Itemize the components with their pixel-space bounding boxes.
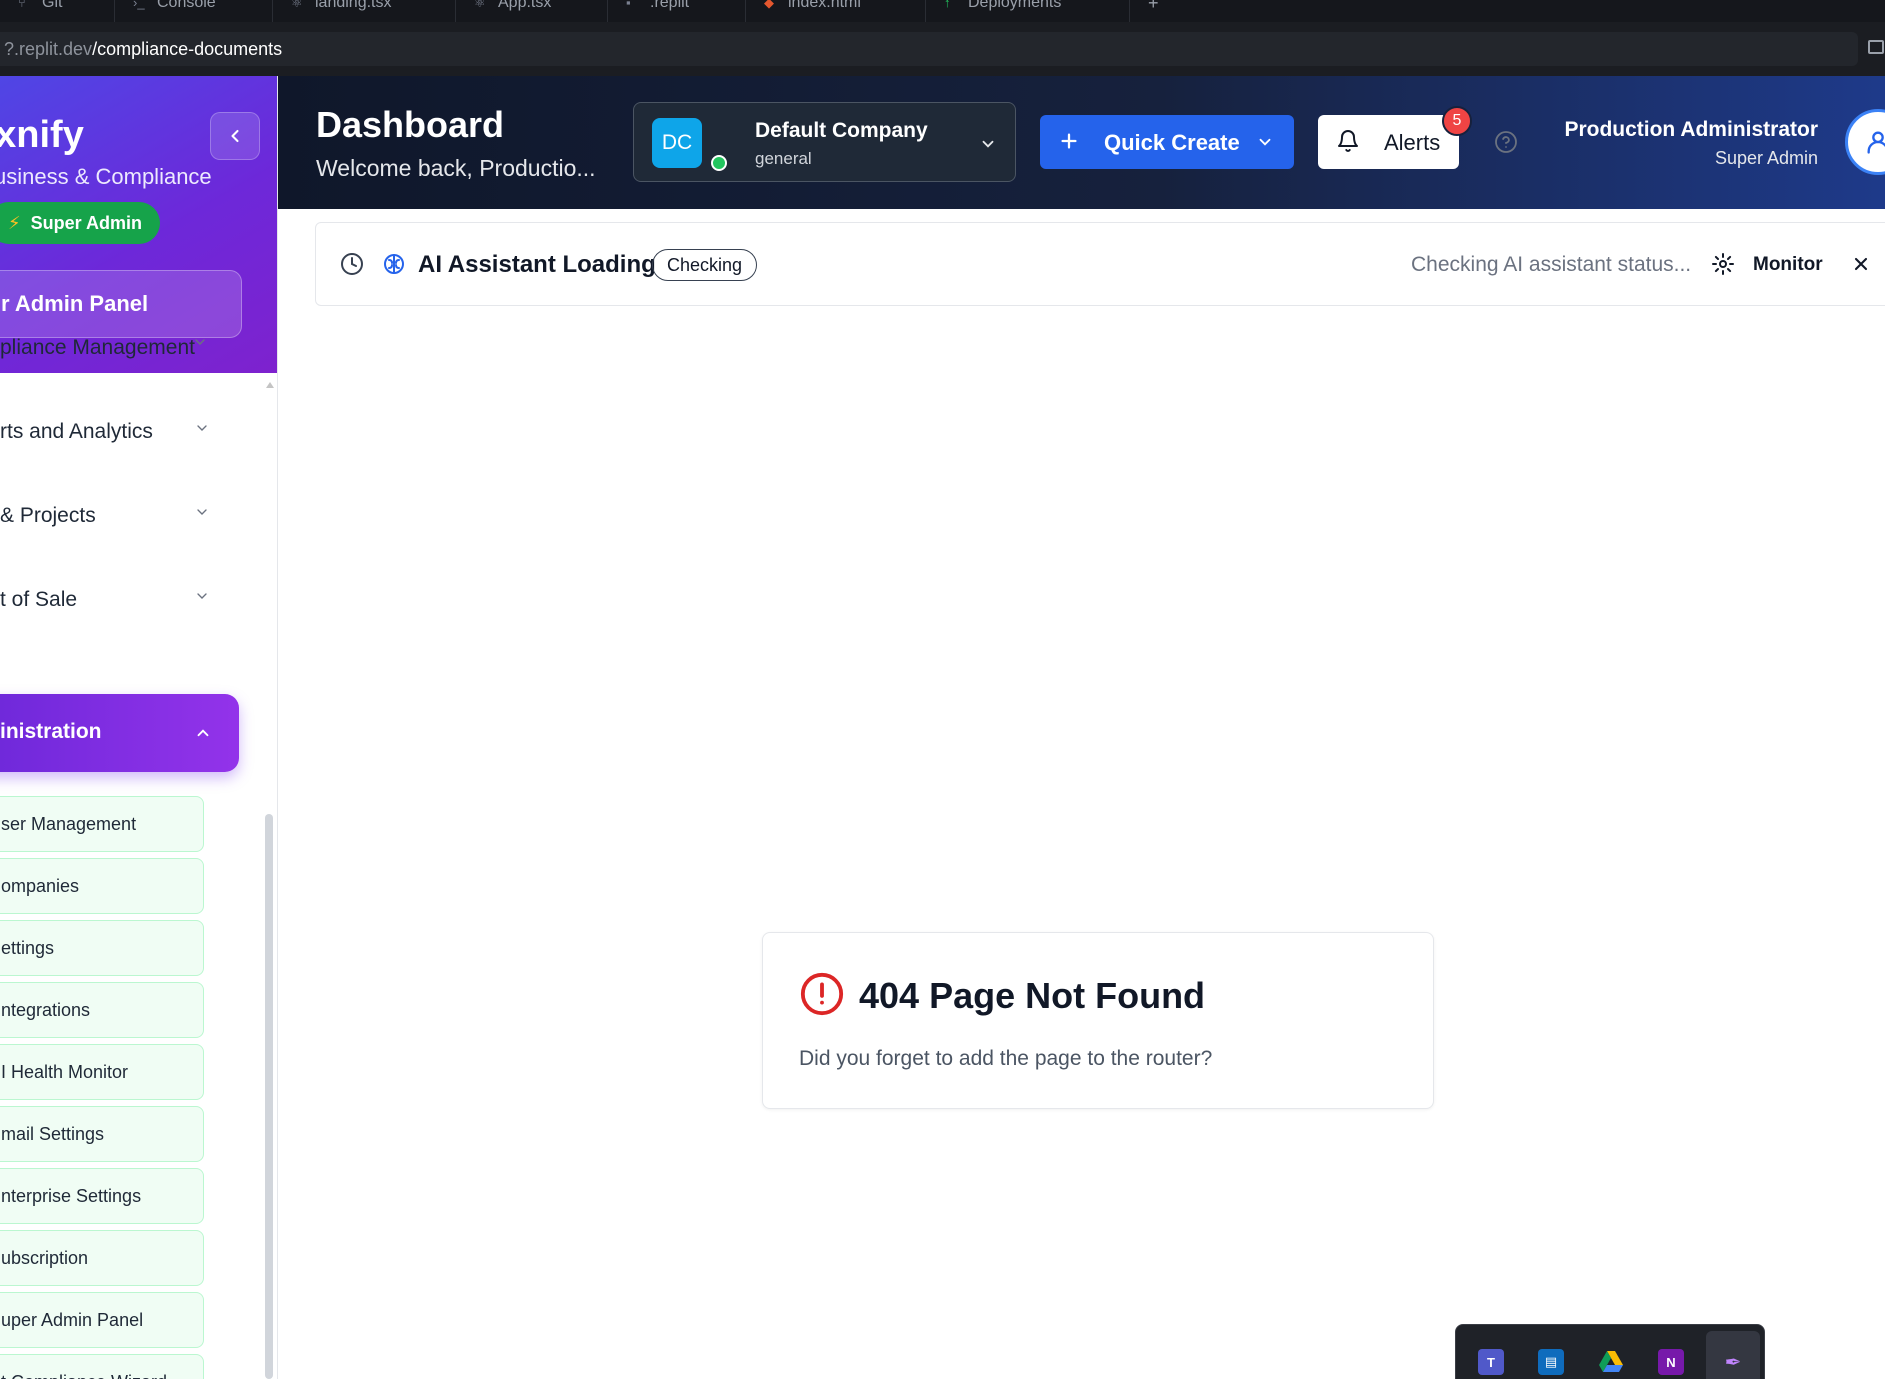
teams-icon[interactable]: T bbox=[1478, 1349, 1504, 1375]
chevron-down-icon bbox=[1259, 138, 1271, 146]
top-header: Dashboard Welcome back, Productio... DC … bbox=[278, 76, 1885, 209]
collapse-sidebar-button[interactable] bbox=[210, 112, 260, 160]
clock-icon bbox=[341, 253, 363, 275]
sub-item-compliance-wizard[interactable]: t Compliance Wizard bbox=[0, 1354, 204, 1379]
not-found-card: 404 Page Not Found Did you forget to add… bbox=[762, 932, 1434, 1109]
sub-item-user-management[interactable]: ser Management bbox=[0, 796, 204, 852]
not-found-title: 404 Page Not Found bbox=[859, 975, 1206, 1016]
browser-tab[interactable]: ↑ Deployments bbox=[926, 0, 1130, 22]
brand-subtitle: usiness & Compliance bbox=[0, 164, 212, 189]
company-avatar: DC bbox=[652, 118, 702, 168]
nav-item-reports-analytics[interactable]: rts and Analytics bbox=[0, 404, 230, 460]
url-path: /compliance-documents bbox=[92, 39, 283, 59]
monitor-button[interactable]: Monitor bbox=[1753, 254, 1823, 276]
ai-assistant-title: AI Assistant Loading bbox=[418, 251, 656, 278]
sub-item-integrations[interactable]: ntegrations bbox=[0, 982, 204, 1038]
config-icon: ▪ bbox=[626, 0, 631, 10]
help-icon[interactable] bbox=[1494, 130, 1518, 154]
sub-item-companies[interactable]: ompanies bbox=[0, 858, 204, 914]
nav-item-point-of-sale[interactable]: t of Sale bbox=[0, 572, 230, 628]
ai-status-badge: Checking bbox=[652, 249, 758, 281]
not-found-message: Did you forget to add the page to the ro… bbox=[799, 1047, 1213, 1070]
react-icon: ⚛ bbox=[474, 0, 486, 10]
sub-item-super-admin-panel[interactable]: uper Admin Panel bbox=[0, 1292, 204, 1348]
react-icon: ⚛ bbox=[291, 0, 303, 10]
nav-item-projects[interactable]: & Projects bbox=[0, 488, 230, 544]
close-icon[interactable] bbox=[1851, 254, 1871, 274]
company-selector[interactable]: DC Default Company general bbox=[633, 102, 1016, 182]
browser-tab[interactable]: ⑂ Git bbox=[0, 0, 115, 22]
chevron-down-icon bbox=[197, 425, 207, 431]
new-tab-button[interactable]: + bbox=[1148, 0, 1159, 12]
chevron-down-icon bbox=[195, 339, 205, 345]
sub-item-enterprise-settings[interactable]: nterprise Settings bbox=[0, 1168, 204, 1224]
terminal-icon: ›_ bbox=[133, 0, 145, 10]
page-title: Dashboard bbox=[316, 104, 505, 145]
alert-circle-icon bbox=[800, 972, 844, 1016]
sub-item-subscription[interactable]: ubscription bbox=[0, 1230, 204, 1286]
quick-create-button[interactable]: Quick Create bbox=[1040, 115, 1294, 169]
chevron-down-icon bbox=[197, 593, 207, 599]
brand-logo-text: axnify bbox=[0, 114, 84, 156]
chevron-up-icon bbox=[197, 729, 209, 737]
brain-icon bbox=[384, 254, 404, 274]
browser-tab[interactable]: ▪ .replit bbox=[608, 0, 746, 22]
chevron-down-icon bbox=[982, 140, 994, 148]
online-status-dot bbox=[711, 155, 727, 171]
bell-icon bbox=[1338, 130, 1358, 152]
company-type: general bbox=[755, 149, 812, 168]
user-avatar[interactable] bbox=[1845, 109, 1885, 175]
deploy-icon: ↑ bbox=[944, 0, 951, 10]
role-badge: ⚡ Super Admin bbox=[0, 202, 160, 244]
scroll-up-arrow-icon[interactable] bbox=[266, 382, 274, 388]
user-icon bbox=[1867, 131, 1885, 154]
browser-tab[interactable]: ◆ index.html bbox=[746, 0, 926, 22]
company-name: Default Company bbox=[755, 119, 928, 142]
user-name: Production Administrator bbox=[1564, 118, 1818, 141]
alerts-button[interactable]: Alerts bbox=[1318, 115, 1459, 169]
outlook-icon[interactable]: ▤ bbox=[1538, 1349, 1564, 1375]
nav-item-compliance-management[interactable]: pliance Management bbox=[0, 320, 230, 376]
ai-assistant-status-bar: AI Assistant Loading Checking Checking A… bbox=[315, 222, 1885, 306]
sub-item-email-settings[interactable]: mail Settings bbox=[0, 1106, 204, 1162]
sidebar-scroll-thumb[interactable] bbox=[265, 814, 273, 1379]
ai-status-text: Checking AI assistant status... bbox=[1411, 253, 1692, 276]
taskbar-tray: T ▤ N ✒ bbox=[1455, 1324, 1765, 1379]
sub-item-api-health-monitor[interactable]: I Health Monitor bbox=[0, 1044, 204, 1100]
plus-icon bbox=[1061, 133, 1077, 149]
welcome-message: Welcome back, Productio... bbox=[316, 155, 596, 181]
nav-item-administration[interactable]: inistration bbox=[0, 694, 239, 772]
address-row: ?.replit.dev/compliance-documents bbox=[0, 22, 1885, 76]
browser-tab[interactable]: ⚛ landing.tsx bbox=[273, 0, 456, 22]
sidebar: axnify usiness & Compliance ⚡ Super Admi… bbox=[0, 76, 278, 1379]
chevron-left-icon bbox=[231, 129, 239, 143]
screen-share-icon[interactable] bbox=[1868, 40, 1884, 54]
onenote-icon[interactable]: N bbox=[1658, 1349, 1684, 1375]
chevron-down-icon bbox=[197, 509, 207, 515]
alerts-count-badge: 5 bbox=[1442, 106, 1472, 136]
pen-icon[interactable]: ✒ bbox=[1720, 1349, 1746, 1375]
url-domain: ?.replit.dev bbox=[4, 39, 93, 59]
browser-tab[interactable]: ⚛ App.tsx bbox=[456, 0, 608, 22]
google-drive-icon[interactable] bbox=[1598, 1349, 1624, 1375]
user-role: Super Admin bbox=[1714, 148, 1818, 168]
browser-tab-bar: ⑂ Git ›_ Console ⚛ landing.tsx ⚛ App.tsx ▪ .r… bbox=[0, 0, 1885, 22]
sub-item-settings[interactable]: ettings bbox=[0, 920, 204, 976]
browser-tab[interactable]: ›_ Console bbox=[115, 0, 273, 22]
gear-icon[interactable] bbox=[1711, 252, 1735, 276]
lightning-icon: ⚡ bbox=[8, 212, 21, 233]
git-icon: ⑂ bbox=[18, 0, 26, 10]
url-bar[interactable]: ?.replit.dev/compliance-documents bbox=[0, 32, 1858, 66]
html-icon: ◆ bbox=[764, 0, 774, 10]
